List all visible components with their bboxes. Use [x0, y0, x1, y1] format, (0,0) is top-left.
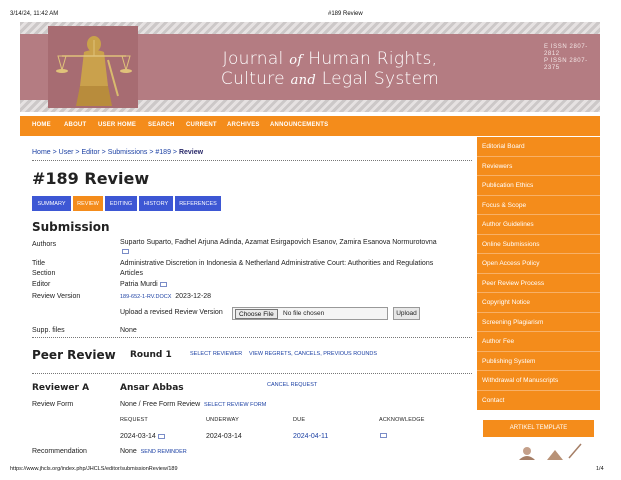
title-label: Title: [32, 260, 45, 267]
sidebar-item-online-submissions[interactable]: Online Submissions: [477, 235, 600, 254]
journal-banner: Journal of Human Rights, Culture and Leg…: [20, 22, 600, 112]
crumb-submissions[interactable]: Submissions: [108, 149, 148, 156]
nav-archives[interactable]: ARCHIVES: [227, 122, 260, 128]
main-nav: HOME ABOUT USER HOME SEARCH CURRENT ARCH…: [20, 116, 600, 136]
divider: [32, 337, 472, 338]
col-underway: UNDERWAY: [206, 417, 239, 423]
authors-label: Authors: [32, 241, 57, 248]
print-url: https://www.jhcls.org/index.php/JHCLS/ed…: [10, 466, 178, 472]
sidebar-item-screening-plagiarism[interactable]: Screening Plagiarism: [477, 313, 600, 332]
nav-about[interactable]: ABOUT: [64, 122, 86, 128]
round-label: Round 1: [130, 350, 172, 360]
cancel-request-link[interactable]: CANCEL REQUEST: [267, 382, 317, 388]
crumb-home[interactable]: Home: [32, 149, 51, 156]
upload-prompt: Upload a revised Review Version: [120, 309, 223, 316]
nav-user-home[interactable]: USER HOME: [98, 122, 136, 128]
review-version-label: Review Version: [32, 293, 81, 300]
print-header: 3/14/24, 11:42 AM #189 Review: [0, 0, 621, 20]
template-illustration-icon: [519, 443, 582, 460]
recommendation-value: None SEND REMINDER: [120, 448, 187, 455]
peer-review-heading: Peer Review: [32, 348, 116, 362]
breadcrumb: Home > User > Editor > Submissions > #18…: [32, 149, 204, 156]
col-due: DUE: [293, 417, 306, 423]
sidebar-item-peer-review[interactable]: Peer Review Process: [477, 274, 600, 293]
sidebar-item-copyright[interactable]: Copyright Notice: [477, 293, 600, 313]
sidebar-item-editorial-board[interactable]: Editorial Board: [477, 137, 600, 157]
sidebar-item-contact[interactable]: Contact: [477, 391, 600, 411]
sidebar-item-publishing-system[interactable]: Publishing System: [477, 352, 600, 371]
file-status: No file chosen: [283, 310, 325, 317]
file-input[interactable]: Choose File No file chosen: [232, 307, 388, 320]
print-page-title: #189 Review: [328, 11, 363, 17]
acknowledge-email-icon[interactable]: [380, 432, 387, 439]
col-acknowledge: ACKNOWLEDGE: [379, 417, 425, 423]
request-date: 2024-03-14: [120, 433, 165, 440]
editor-value: Patria Murdi: [120, 281, 167, 288]
title-value: Administrative Discretion in Indonesia &…: [120, 260, 434, 267]
supp-files-label: Supp. files: [32, 327, 65, 334]
nav-home[interactable]: HOME: [32, 122, 51, 128]
section-value: Articles: [120, 270, 143, 277]
col-request: REQUEST: [120, 417, 148, 423]
editor-label: Editor: [32, 281, 51, 288]
review-form-value: None / Free Form Review SELECT REVIEW FO…: [120, 401, 267, 408]
nav-announcements[interactable]: ANNOUNCEMENTS: [270, 122, 328, 128]
section-label: Section: [32, 270, 56, 277]
tab-editing[interactable]: EDITING: [105, 196, 137, 211]
artikel-template-button[interactable]: ARTIKEL TEMPLATE: [483, 420, 594, 437]
crumb-current: Review: [178, 149, 204, 156]
crumb-editor[interactable]: Editor: [81, 149, 99, 156]
sidebar-item-author-guidelines[interactable]: Author Guidelines: [477, 215, 600, 235]
upload-button[interactable]: Upload: [393, 307, 420, 320]
tab-references[interactable]: REFERENCES: [175, 196, 221, 211]
sidebar: Editorial Board Reviewers Publication Et…: [477, 137, 600, 410]
crumb-user[interactable]: User: [59, 149, 74, 156]
select-reviewer-link[interactable]: SELECT REVIEWER: [190, 351, 242, 357]
view-regrets-link[interactable]: VIEW REGRETS, CANCELS, PREVIOUS ROUNDS: [249, 351, 377, 357]
sidebar-item-focus-scope[interactable]: Focus & Scope: [477, 196, 600, 215]
print-timestamp: 3/14/24, 11:42 AM: [10, 11, 59, 17]
issn-info: E ISSN 2807-2812 P ISSN 2807-2375: [544, 44, 588, 71]
underway-date: 2024-03-14: [206, 433, 242, 440]
journal-title: Journal of Human Rights, Culture and Leg…: [220, 49, 440, 89]
page-title: #189 Review: [32, 169, 150, 188]
reviewer-label: Reviewer A: [32, 383, 90, 393]
request-email-icon[interactable]: [157, 433, 165, 439]
authors-value: Suparto Suparto, Fadhel Arjuna Adinda, A…: [120, 239, 437, 246]
send-reminder-link[interactable]: SEND REMINDER: [141, 449, 187, 455]
tab-summary[interactable]: SUMMARY: [32, 196, 71, 211]
recommendation-label: Recommendation: [32, 448, 87, 455]
sidebar-item-publication-ethics[interactable]: Publication Ethics: [477, 176, 600, 196]
due-date-link[interactable]: 2024-04-11: [293, 433, 328, 440]
select-review-form-link[interactable]: SELECT REVIEW FORM: [204, 402, 266, 408]
nav-search[interactable]: SEARCH: [148, 122, 175, 128]
review-file-link[interactable]: 189-652-1-RV.DOCX: [120, 294, 171, 300]
tab-review[interactable]: REVIEW: [73, 196, 103, 211]
review-form-label: Review Form: [32, 401, 74, 408]
sidebar-item-withdrawal[interactable]: Withdrawal of Manuscripts: [477, 371, 600, 391]
editor-email-icon[interactable]: [159, 281, 167, 287]
sidebar-item-reviewers[interactable]: Reviewers: [477, 157, 600, 176]
review-file-date: 2023-12-28: [175, 293, 212, 300]
print-page-number: 1/4: [596, 466, 604, 472]
sidebar-item-open-access[interactable]: Open Access Policy: [477, 254, 600, 274]
sidebar-item-author-fee[interactable]: Author Fee: [477, 332, 600, 352]
divider: [32, 373, 472, 374]
crumb-id[interactable]: #189: [155, 149, 171, 156]
submission-heading: Submission: [32, 220, 110, 234]
supp-files-value: None: [120, 327, 137, 334]
choose-file-button[interactable]: Choose File: [235, 309, 278, 319]
divider: [32, 160, 472, 161]
tab-history[interactable]: HISTORY: [139, 196, 173, 211]
sidebar-template-area: ARTIKEL TEMPLATE: [477, 410, 600, 460]
review-version-value: 189-652-1-RV.DOCX 2023-12-28: [120, 293, 211, 300]
lady-justice-statue-icon: [48, 26, 138, 108]
nav-current[interactable]: CURRENT: [186, 122, 217, 128]
authors-email-icon[interactable]: [120, 248, 129, 255]
reviewer-name: Ansar Abbas: [120, 383, 184, 393]
